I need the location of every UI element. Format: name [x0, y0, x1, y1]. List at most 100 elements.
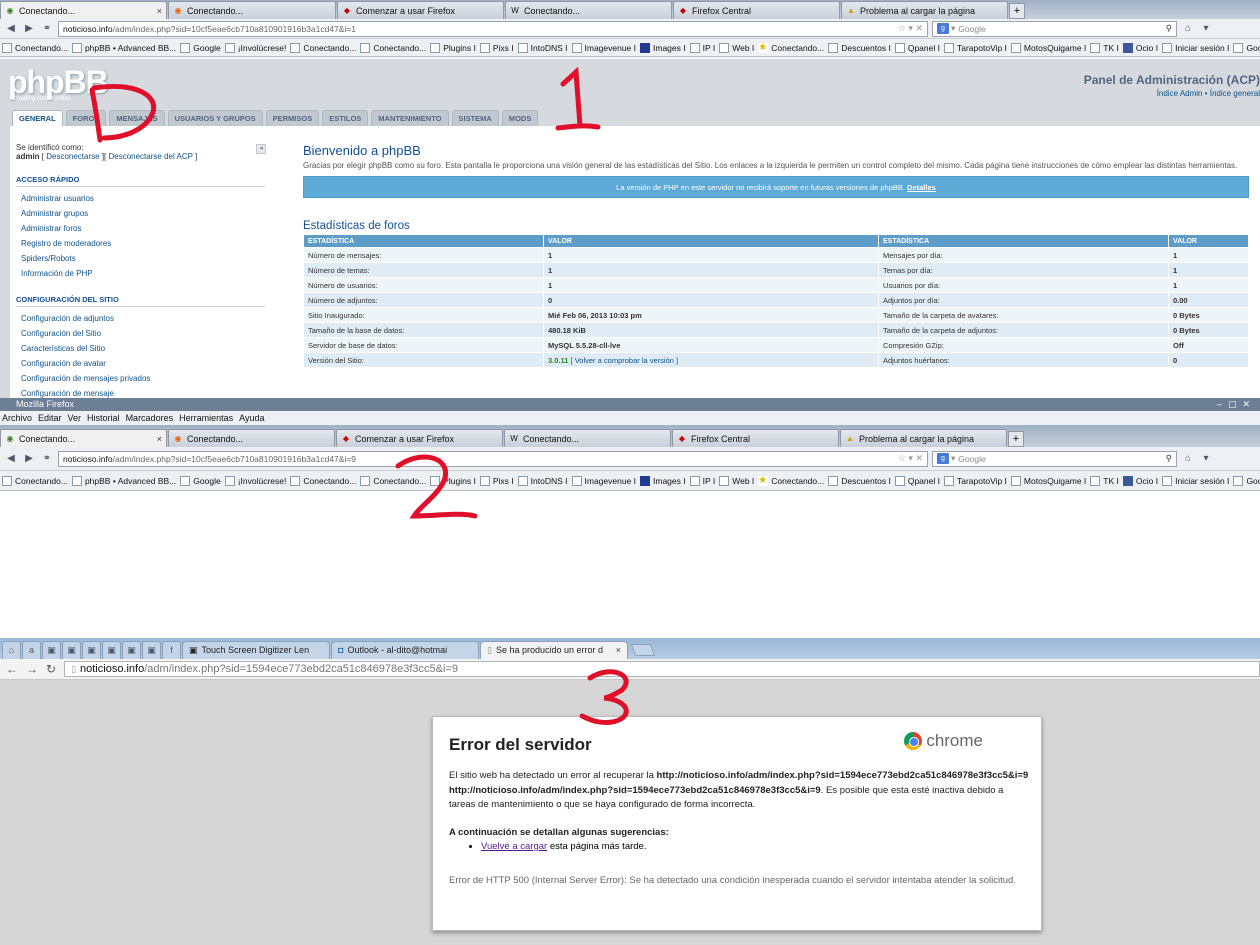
bookmark-item[interactable]: Descuentos I	[828, 475, 891, 486]
tab-sistema[interactable]: Sistema	[451, 110, 499, 126]
bookmark-item[interactable]: ¡Involúcrese!	[224, 42, 286, 53]
sidebar-link[interactable]: Configuración de mensajes privados	[15, 371, 265, 386]
tab-5[interactable]: ◆ Firefox Central	[672, 429, 839, 447]
bookmark-item[interactable]: Ocio I	[1122, 475, 1158, 486]
tab-2[interactable]: ◉ Conectando...	[168, 1, 336, 19]
tab-estilos[interactable]: Estilos	[322, 110, 369, 126]
bookmark-item[interactable]: TarapotoVip I	[943, 42, 1007, 53]
bookmark-item[interactable]: IntoDNS I	[517, 42, 568, 53]
back-icon[interactable]: ◀	[4, 453, 18, 464]
bookmark-item[interactable]: Google	[1233, 475, 1260, 486]
bookmark-item[interactable]: Iniciar sesión I	[1162, 42, 1229, 53]
search-box[interactable]: g ▾ Google ⚲	[932, 20, 1177, 37]
bookmark-item[interactable]: Images I	[640, 42, 686, 53]
close-icon[interactable]: ×	[157, 434, 162, 444]
bookmark-item[interactable]: TK I	[1090, 475, 1119, 486]
back-icon[interactable]: ←	[6, 662, 18, 676]
tab-mods[interactable]: Mods	[501, 110, 539, 126]
forward-icon[interactable]: →	[26, 662, 38, 676]
new-tab-button[interactable]	[630, 644, 656, 656]
bookmark-item[interactable]: ★ Conectando...	[758, 42, 824, 53]
tab-touch-screen[interactable]: ▣ Touch Screen Digitizer Len	[182, 641, 330, 659]
bookmark-item[interactable]: Web I	[719, 42, 754, 53]
sidebar-link[interactable]: Spiders/Robots	[15, 251, 265, 266]
bookmark-item[interactable]: TK I	[1090, 42, 1119, 53]
overflow-icon[interactable]: ▾	[1199, 453, 1213, 464]
menu-herramientas[interactable]: Herramientas	[179, 411, 233, 425]
forward-icon[interactable]: ▶	[22, 453, 36, 464]
sidebar-link[interactable]: Configuración del Sitio	[15, 326, 265, 341]
bookmark-item[interactable]: Conectando...	[360, 475, 426, 486]
overflow-icon[interactable]: ▾	[1199, 23, 1213, 34]
tab-general[interactable]: General	[12, 110, 63, 126]
bookmark-item[interactable]: phpBB • Advanced BB...	[71, 475, 176, 486]
tab-error[interactable]: ▯ Se ha producido un error d ×	[480, 641, 628, 659]
bookmark-item[interactable]: Pixs I	[479, 42, 514, 53]
bookmark-item[interactable]: Ocio I	[1122, 42, 1158, 53]
bookmark-item[interactable]: Plugins I	[430, 42, 476, 53]
tab-3[interactable]: ◆ Comenzar a usar Firefox	[336, 429, 503, 447]
tab-usuarios[interactable]: Usuarios y grupos	[167, 110, 263, 126]
details-link[interactable]: Detalles	[907, 183, 936, 192]
url-bar[interactable]: noticioso.info/adm/index.php?sid=10cf5ea…	[58, 20, 928, 37]
pinned-tab[interactable]: ⌂	[2, 641, 21, 659]
bookmark-item[interactable]: Conectando...	[290, 475, 356, 486]
window-controls[interactable]: –▢✕	[1217, 398, 1256, 411]
search-icon[interactable]: ⚲	[1166, 23, 1172, 34]
tab-6[interactable]: ▲ Problema al cargar la página	[841, 1, 1008, 19]
home-icon[interactable]: ⌂	[1181, 23, 1195, 34]
sidebar-link[interactable]: Información de PHP	[15, 266, 265, 281]
bookmark-item[interactable]: IP I	[689, 42, 715, 53]
tab-4[interactable]: W Conectando...	[505, 1, 672, 19]
reload-icon[interactable]: ↻	[46, 662, 56, 676]
menu-ver[interactable]: Ver	[68, 411, 82, 425]
bookmark-item[interactable]: Descuentos I	[828, 42, 891, 53]
menu-marcadores[interactable]: Marcadores	[126, 411, 174, 425]
search-box[interactable]: g ▾ Google ⚲	[932, 450, 1177, 467]
search-icon[interactable]: ⚲	[1166, 453, 1172, 464]
tab-1[interactable]: ◉ Conectando... ×	[0, 429, 167, 447]
bookmark-item[interactable]: Images I	[640, 475, 686, 486]
pinned-tab[interactable]: a	[22, 641, 41, 659]
bookmark-item[interactable]: MotosQuigame I	[1010, 475, 1086, 486]
reload-link[interactable]: Vuelve a cargar	[481, 841, 547, 852]
logout-acp-link[interactable]: Desconectarse del ACP	[108, 152, 192, 161]
sidebar-link[interactable]: Configuración de adjuntos	[15, 311, 265, 326]
bookmark-item[interactable]: Conectando...	[2, 475, 68, 486]
bookmark-item[interactable]: Iniciar sesión I	[1162, 475, 1229, 486]
close-icon[interactable]: ×	[157, 6, 162, 16]
close-icon[interactable]: ×	[616, 642, 621, 659]
menu-ayuda[interactable]: Ayuda	[239, 411, 264, 425]
bookmark-item[interactable]: ¡Involúcrese!	[224, 475, 286, 486]
bookmark-item[interactable]: phpBB • Advanced BB...	[71, 42, 176, 53]
bookmark-item[interactable]: IP I	[689, 475, 715, 486]
omnibox[interactable]: ▯ noticioso.info/adm/index.php?sid=1594ec…	[64, 661, 1260, 677]
bookmark-item[interactable]: Conectando...	[2, 42, 68, 53]
bookmark-item[interactable]: MotosQuigame I	[1010, 42, 1086, 53]
pinned-tab[interactable]: ▣	[122, 641, 141, 659]
logout-link[interactable]: Desconectarse	[46, 152, 99, 161]
new-tab-button[interactable]: +	[1008, 431, 1024, 447]
bookmark-item[interactable]: Google	[180, 475, 221, 486]
pinned-tab[interactable]: f	[162, 641, 181, 659]
bookmark-item[interactable]: Pixs I	[479, 475, 514, 486]
tab-mantenimiento[interactable]: Mantenimiento	[371, 110, 449, 126]
pinned-tab[interactable]: ▣	[102, 641, 121, 659]
star-icon[interactable]: ☆ ▾ ✕	[898, 453, 923, 464]
bookmark-item[interactable]: ★ Conectando...	[758, 475, 824, 486]
bookmark-item[interactable]: Web I	[719, 475, 754, 486]
bookmark-item[interactable]: Conectando...	[290, 42, 356, 53]
bookmark-item[interactable]: Imagevenue I	[571, 475, 636, 486]
url-bar[interactable]: noticioso.info/adm/index.php?sid=10cf5ea…	[58, 450, 928, 467]
pinned-tab[interactable]: ▣	[142, 641, 161, 659]
pinned-tab[interactable]: ▣	[62, 641, 81, 659]
sidebar-link[interactable]: Configuración de mensaje	[15, 386, 265, 398]
tab-2[interactable]: ◉ Conectando...	[168, 429, 335, 447]
bookmark-item[interactable]: Conectando...	[360, 42, 426, 53]
back-icon[interactable]: ◀	[4, 23, 18, 34]
sidebar-link[interactable]: Características del Sitio	[15, 341, 265, 356]
home-icon[interactable]: ⌂	[1181, 453, 1195, 464]
sidebar-link[interactable]: Registro de moderadores	[15, 236, 265, 251]
tab-foros[interactable]: Foros	[65, 110, 107, 126]
tab-6[interactable]: ▲ Problema al cargar la página	[840, 429, 1007, 447]
